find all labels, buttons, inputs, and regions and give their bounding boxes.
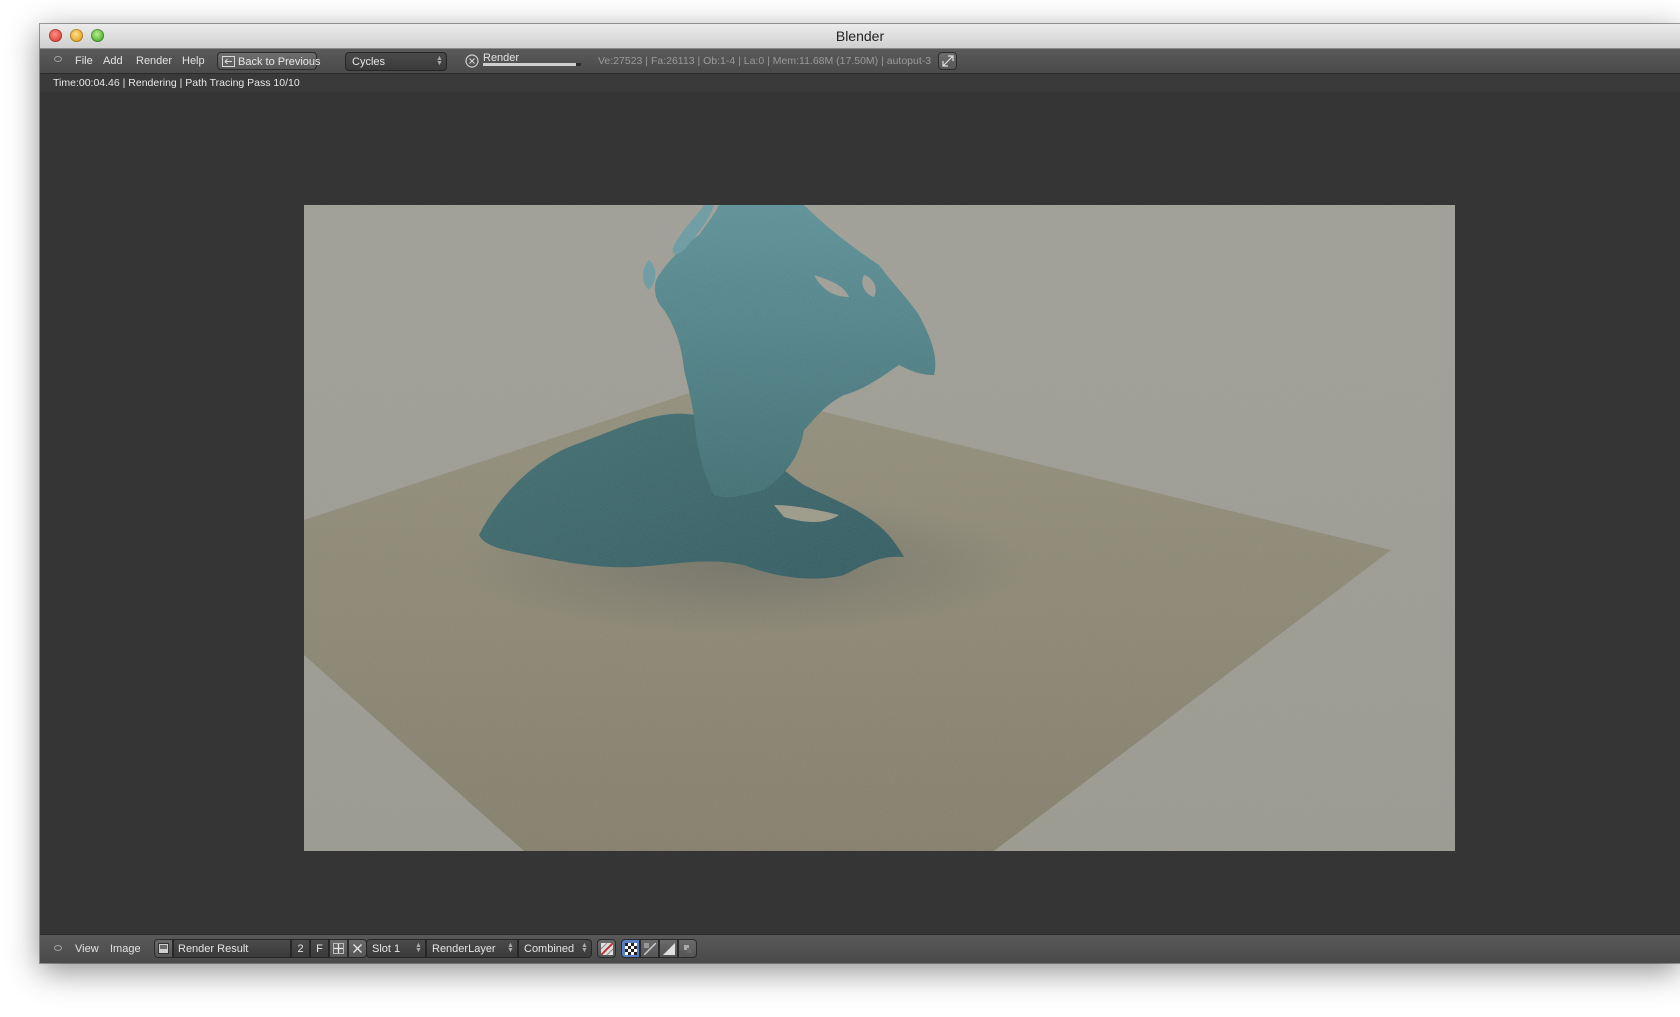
back-to-previous-label: Back to Previous [238, 56, 321, 68]
render-progress-label: Render [483, 52, 520, 64]
fullscreen-button[interactable] [938, 52, 957, 70]
new-image-button[interactable] [329, 939, 348, 958]
render-pass-label: Combined [524, 943, 575, 955]
render-status-bar: Time:00:04.46 | Rendering | Path Tracing… [40, 74, 1680, 92]
menu-add[interactable]: Add [103, 49, 123, 73]
alpha-icon [601, 943, 613, 955]
updown-icon: ▲ ▼ [507, 942, 514, 954]
image-editor-header: View Image Render Result 2 F Slot 1 ▲ ▼ … [40, 934, 1680, 963]
z-buffer-icon [663, 943, 675, 955]
users-count: 2 [297, 943, 304, 955]
slot-select[interactable]: Slot 1 ▲ ▼ [366, 939, 426, 958]
render-pass-select[interactable]: Combined ▲ ▼ [518, 939, 592, 958]
draw-alpha-button[interactable] [659, 939, 678, 958]
blender-window: Blender File Add Render Help Back to Pre… [40, 24, 1680, 963]
image-name: Render Result [178, 943, 249, 955]
render-engine-label: Cycles [352, 56, 386, 68]
menu-image[interactable]: Image [110, 935, 141, 963]
image-icon [158, 943, 169, 954]
fake-user-label: F [316, 943, 323, 955]
scene-stats: Ve:27523 | Fa:26113 | Ob:1-4 | La:0 | Me… [598, 55, 932, 67]
image-browse-button[interactable] [154, 939, 173, 958]
cancel-icon[interactable] [465, 54, 479, 68]
back-icon [222, 56, 235, 67]
info-header: File Add Render Help Back to Previous Cy… [40, 49, 1680, 74]
menu-file[interactable]: File [75, 49, 93, 73]
editor-type-icon[interactable] [54, 945, 62, 951]
render-layer-select[interactable]: RenderLayer ▲ ▼ [426, 939, 518, 958]
updown-icon: ▲ ▼ [415, 942, 422, 954]
back-to-previous-button[interactable]: Back to Previous [217, 52, 321, 70]
unlink-image-button[interactable] [348, 939, 367, 958]
menu-render[interactable]: Render [136, 49, 172, 73]
render-layer-label: RenderLayer [432, 943, 496, 955]
unlink-icon [353, 944, 362, 953]
title-bar: Blender [40, 24, 1680, 49]
updown-icon: ▲ ▼ [581, 942, 588, 954]
fullscreen-icon [942, 55, 954, 67]
render-progress-fill [483, 63, 577, 66]
image-editor-canvas[interactable] [40, 92, 1680, 892]
image-name-field[interactable]: Render Result [173, 939, 291, 958]
draw-rgb-alpha-button[interactable] [621, 939, 640, 958]
menu-help[interactable]: Help [182, 49, 205, 73]
alpha-toggle-button[interactable] [597, 939, 616, 958]
image-users-count: 2 [291, 939, 310, 958]
render-engine-select[interactable]: Cycles ▲ ▼ [345, 52, 447, 71]
updown-icon: ▲ ▼ [436, 55, 443, 67]
draw-mode-icon [684, 945, 692, 953]
render-status: Time:00:04.46 | Rendering | Path Tracing… [53, 77, 300, 89]
slot-label: Slot 1 [372, 943, 401, 955]
window-title: Blender [835, 28, 885, 44]
draw-rgb-button[interactable] [640, 939, 659, 958]
fake-user-toggle[interactable]: F [310, 939, 329, 958]
render-noise [304, 205, 1455, 851]
render-progress-track [483, 63, 581, 66]
render-result-image [304, 205, 1455, 851]
channel-icon [644, 943, 656, 955]
new-image-icon [333, 943, 344, 954]
menu-view[interactable]: View [75, 935, 99, 963]
draw-zbuffer-button[interactable] [678, 939, 697, 958]
render-scene-svg [304, 205, 1455, 851]
checker-icon [625, 943, 637, 955]
editor-type-icon[interactable] [54, 56, 62, 62]
